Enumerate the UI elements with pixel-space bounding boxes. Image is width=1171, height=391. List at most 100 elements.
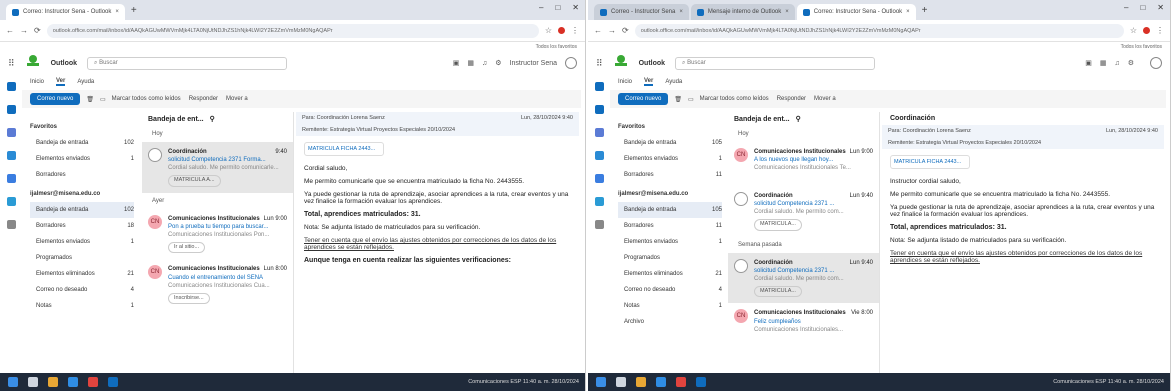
search-task-icon[interactable]	[616, 377, 626, 387]
folder-item[interactable]: Elementos enviados 1	[30, 234, 134, 250]
star-icon[interactable]: ☆	[545, 26, 552, 35]
attachment-card[interactable]: MATRICULA FICHA 2443...	[304, 142, 384, 156]
archive-icon[interactable]: ▭	[688, 96, 694, 103]
maximize-icon[interactable]: □	[1140, 3, 1145, 12]
minimize-icon[interactable]: –	[539, 3, 543, 12]
folder-item[interactable]: Bandeja de entrada 102	[30, 135, 134, 151]
back-icon[interactable]: ←	[6, 26, 14, 35]
list-item[interactable]: Coordinación Lun 9:40 solicitud Competenci…	[728, 186, 879, 237]
outlook-task-icon[interactable]	[696, 377, 706, 387]
favorites-header[interactable]: Favoritos	[30, 119, 134, 135]
folder-item[interactable]: Bandeja de entrada 105	[618, 202, 722, 218]
account-header[interactable]: ijalmesr@misena.edu.co	[30, 186, 134, 202]
close-icon[interactable]: ✕	[572, 3, 579, 12]
folder-item[interactable]: Bandeja de entrada 105	[618, 135, 722, 151]
search-input[interactable]: ⌕ Buscar	[87, 56, 288, 70]
folder-item[interactable]: Elementos eliminados 21	[30, 266, 134, 282]
list-group-header[interactable]: Ayer	[142, 193, 293, 209]
filter-icon[interactable]: ⚲	[210, 115, 215, 123]
list-item[interactable]: Coordinación Lun 9:40 solicitud Competenci…	[728, 252, 879, 304]
list-group-header[interactable]: Semana pasada	[728, 237, 879, 253]
ribbon-tab[interactable]: Ver	[644, 78, 654, 86]
new-tab-button[interactable]: +	[127, 5, 141, 16]
new-mail-button[interactable]: Correo nuevo	[30, 93, 81, 105]
file-explorer-icon[interactable]	[636, 377, 646, 387]
app-launcher-icon[interactable]: ⠿	[596, 58, 603, 69]
bell-icon[interactable]: ♫	[1114, 60, 1119, 67]
delete-icon[interactable]: 🗑	[674, 96, 682, 103]
profile-icon[interactable]	[558, 27, 565, 34]
folder-item[interactable]: Borradores 18	[30, 218, 134, 234]
attachment-chip[interactable]: MATRICULA...	[754, 285, 802, 298]
ribbon-tab[interactable]: Inicio	[30, 79, 44, 85]
browser-tab[interactable]: Correo: Instructor Sena - Outlook ×	[6, 4, 125, 20]
list-item[interactable]: CN Comunicaciones Institucionales Lun 9:00…	[728, 142, 879, 186]
profile-icon[interactable]	[1143, 27, 1150, 34]
minimize-icon[interactable]: –	[1124, 3, 1128, 12]
back-icon[interactable]: ←	[594, 26, 602, 35]
file-explorer-icon[interactable]	[48, 377, 58, 387]
list-item[interactable]: CN Comunicaciones Institucionales Lun 8:00…	[142, 259, 293, 310]
folder-item[interactable]: Notas 1	[618, 298, 722, 314]
mail-icon[interactable]	[6, 82, 16, 91]
menu-icon[interactable]: ⋮	[1156, 26, 1164, 35]
list-group-header[interactable]: Hoy	[728, 126, 879, 142]
list-item[interactable]: CN Comunicaciones Institucionales Lun 9:00…	[142, 209, 293, 260]
bell-icon[interactable]: ♫	[482, 60, 487, 67]
filter-icon[interactable]: ⚲	[796, 115, 801, 123]
maximize-icon[interactable]: □	[555, 3, 560, 12]
folder-item[interactable]: Elementos enviados 1	[618, 234, 722, 250]
url-field[interactable]: outlook.office.com/mail/inbox/id/AAQkAGU…	[46, 23, 539, 38]
settings-icon[interactable]: ⚙	[495, 59, 501, 67]
folder-item[interactable]: Notas 1	[30, 298, 134, 314]
folder-item[interactable]: Bandeja de entrada 102	[30, 202, 134, 218]
todo-icon[interactable]	[594, 197, 604, 206]
url-field[interactable]: outlook.office.com/mail/inbox/id/AAQkAGU…	[634, 23, 1124, 38]
folder-item[interactable]: Elementos enviados 1	[30, 151, 134, 167]
account-header[interactable]: ijalmesr@misena.edu.co	[618, 186, 722, 202]
forward-icon[interactable]: →	[20, 26, 28, 35]
edge-icon[interactable]	[656, 377, 666, 387]
list-item[interactable]: Coordinación 9:40 solicitud Competencia 23…	[142, 142, 293, 193]
people-icon[interactable]	[6, 128, 16, 137]
folder-item[interactable]: Elementos eliminados 21	[618, 266, 722, 282]
folder-item[interactable]: Correo no deseado 4	[618, 282, 722, 298]
folder-item[interactable]: Borradores 11	[618, 218, 722, 234]
delete-icon[interactable]: 🗑	[86, 96, 94, 103]
app-launcher-icon[interactable]: ⠿	[8, 58, 15, 69]
chrome-icon[interactable]	[88, 377, 98, 387]
list-group-header[interactable]: Hoy	[142, 126, 293, 142]
attachment-chip[interactable]: MATRICULA...	[754, 219, 802, 231]
settings-icon[interactable]: ⚙	[1128, 59, 1134, 67]
reload-icon[interactable]: ⟳	[622, 26, 629, 35]
toolbar-item[interactable]: Marcar todos como leídos	[700, 96, 769, 102]
apps-icon[interactable]	[594, 220, 604, 229]
tab-close-icon[interactable]: ×	[679, 9, 683, 15]
list-item[interactable]: CN Comunicaciones Institucionales Vie 8:00…	[728, 303, 879, 347]
bookmarks-link[interactable]: Todos los favoritos	[536, 44, 577, 50]
browser-tab[interactable]: Correo - Instructor Sena ×	[594, 4, 689, 20]
archive-icon[interactable]: ▭	[100, 96, 106, 103]
folder-item[interactable]: Elementos enviados 1	[618, 151, 722, 167]
favorites-header[interactable]: Favoritos	[618, 119, 722, 135]
calendar-rail-icon[interactable]	[594, 105, 604, 114]
tab-close-icon[interactable]: ×	[115, 9, 119, 15]
attachment-card[interactable]: MATRICULA FICHA 2443...	[890, 155, 970, 169]
files-icon[interactable]	[6, 151, 16, 160]
tab-close-icon[interactable]: ×	[906, 9, 910, 15]
onedrive-icon[interactable]	[594, 174, 604, 183]
folder-item[interactable]: Borradores	[30, 167, 134, 183]
ribbon-tab[interactable]: Inicio	[618, 79, 632, 85]
browser-tab[interactable]: Correo: Instructor Sena - Outlook ×	[796, 4, 916, 20]
outlook-task-icon[interactable]	[108, 377, 118, 387]
toolbar-item[interactable]: Mover a	[226, 96, 248, 102]
bookmarks-link[interactable]: Todos los favoritos	[1121, 44, 1162, 50]
folder-item[interactable]: Programados	[618, 250, 722, 266]
search-task-icon[interactable]	[28, 377, 38, 387]
account-name[interactable]: Instructor Sena	[510, 60, 557, 67]
teams-icon[interactable]: ▣	[1085, 59, 1092, 67]
attachment-chip[interactable]: Inscribirse...	[168, 292, 210, 305]
todo-icon[interactable]	[6, 197, 16, 206]
apps-icon[interactable]	[6, 220, 16, 229]
toolbar-item[interactable]: Responder	[189, 96, 218, 102]
